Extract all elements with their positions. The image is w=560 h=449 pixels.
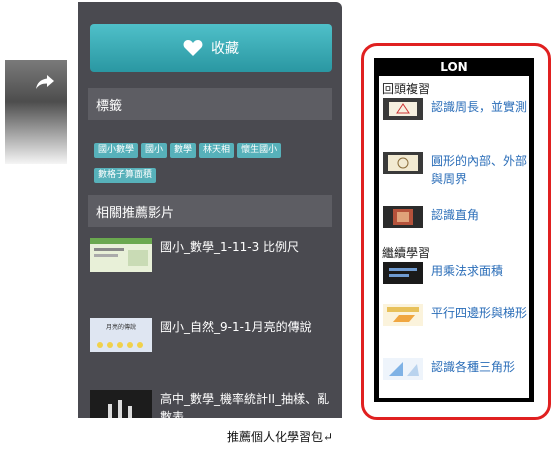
lesson-thumbnail xyxy=(383,98,423,120)
tag-chip[interactable]: 國小數學 xyxy=(94,143,139,158)
lesson-thumbnail xyxy=(383,304,423,326)
tag-chip[interactable]: 林天相 xyxy=(199,143,235,158)
sidebar-panel: 收藏 標籤 國小數學 國小 數學 林天相 懷生國小數格子算面積 相關推薦影片 國小_數學… xyxy=(78,2,342,418)
related-video-title: 高中_數學_機率統計II_抽樣、亂數表 xyxy=(160,392,330,418)
share-arrow-icon[interactable] xyxy=(35,74,55,90)
package-content: 回頭複習 認識周長，並實測 圓形的內部、外部與周界 認識直角 繼續學習 用乘法求… xyxy=(379,76,529,398)
related-video-title: 國小_自然_9-1-1月亮的傳說 xyxy=(160,320,312,334)
continue-item-label: 平行四邊形與梯形 xyxy=(431,306,528,320)
favorite-label: 收藏 xyxy=(211,41,239,57)
continue-heading: 繼續學習 xyxy=(382,246,431,260)
favorite-button[interactable]: 收藏 xyxy=(90,24,332,72)
video-thumbnail: 月亮的傳說 xyxy=(90,318,152,352)
video-preview[interactable] xyxy=(5,60,67,164)
learning-package: LON 回頭複習 認識周長，並實測 圓形的內部、外部與周界 認識直角 繼續學習 xyxy=(374,58,534,402)
tag-chip[interactable]: 數學 xyxy=(170,143,197,158)
heart-icon xyxy=(183,40,203,56)
review-item-label: 認識周長，並實測 xyxy=(431,100,528,114)
review-heading: 回頭複習 xyxy=(382,82,431,96)
tag-chip[interactable]: 懷生國小 xyxy=(237,143,282,158)
figure-caption: 推薦個人化學習包↵ xyxy=(226,430,334,444)
tag-chip[interactable]: 數格子算面積 xyxy=(94,168,157,183)
related-video-title: 國小_數學_1-11-3 比例尺 xyxy=(160,240,300,254)
tag-list: 國小數學 國小 數學 林天相 懷生國小數格子算面積 xyxy=(94,137,294,187)
lesson-thumbnail xyxy=(383,152,423,174)
related-heading: 相關推薦影片 xyxy=(88,195,332,227)
review-item-label: 圓形的內部、外部與周界 xyxy=(431,154,528,186)
video-thumbnail-caption: 月亮的傳說 xyxy=(106,323,136,331)
video-thumbnail xyxy=(90,238,152,272)
continue-item-label: 認識各種三角形 xyxy=(431,360,516,374)
video-thumbnail xyxy=(90,390,152,418)
package-title: LON xyxy=(440,60,468,74)
lesson-thumbnail xyxy=(383,206,423,228)
continue-item-label: 用乘法求面積 xyxy=(431,264,504,278)
lesson-thumbnail xyxy=(383,262,423,284)
tags-heading: 標籤 xyxy=(88,88,332,120)
lesson-thumbnail xyxy=(383,358,423,380)
review-item-label: 認識直角 xyxy=(431,208,480,222)
tag-chip[interactable]: 國小 xyxy=(141,143,168,158)
